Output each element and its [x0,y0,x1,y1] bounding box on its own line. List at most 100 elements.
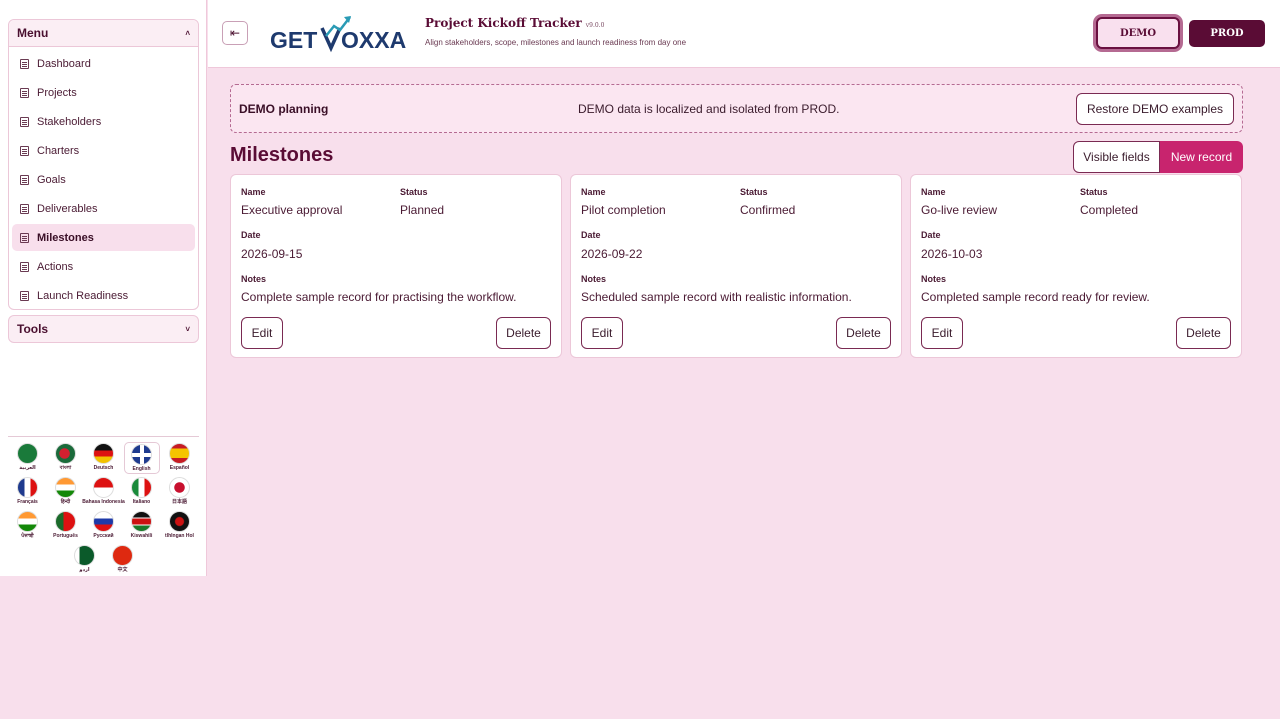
flag-in-icon [55,477,76,498]
banner-title: DEMO planning [239,102,329,116]
field-label-status: Status [740,187,768,197]
language-option[interactable]: Kiswahili [124,510,160,542]
field-label-notes: Notes [921,274,947,284]
language-option[interactable]: Deutsch [86,442,122,474]
top-header: ⇤ GET OXXA Project Kickoff Tracker v9.0.0… [208,0,1280,68]
collapse-sidebar-button[interactable]: ⇤ [222,21,248,45]
sidebar: Menu ˄ Dashboard Projects Stakeholders Char… [0,0,207,576]
language-option[interactable]: 日本語 [162,476,198,508]
sidebar-item-label: Stakeholders [37,115,102,128]
milestone-card: Name Status Executive approval Planned Date 2… [230,174,562,358]
language-option[interactable]: Español [162,442,198,474]
field-label-status: Status [400,187,428,197]
language-option[interactable]: ਪੰਜਾਬੀ [10,510,46,542]
language-option[interactable]: Français [10,476,46,508]
document-icon [20,58,29,69]
sidebar-item-deliverables[interactable]: Deliverables [12,195,195,222]
sidebar-item-dashboard[interactable]: Dashboard [12,50,195,77]
language-label: tlhIngan Hol [165,533,194,539]
milestone-card: Name Status Go-live review Completed Date 202… [910,174,1242,358]
flag-pt-icon [55,511,76,532]
language-option[interactable]: 中文 [105,544,141,576]
flag-id-icon [93,477,114,498]
logo-text-right: OXXA [341,27,406,53]
edit-button[interactable]: Edit [921,317,963,349]
language-label: Kiswahili [130,533,153,539]
delete-button[interactable]: Delete [1176,317,1231,349]
sidebar-item-charters[interactable]: Charters [12,137,195,164]
language-option[interactable]: हिन्दी [48,476,84,508]
language-label: Português [53,533,78,539]
language-option[interactable]: Bahasa Indonesia [82,476,125,508]
sidebar-item-milestones[interactable]: Milestones [12,224,195,251]
menu-title: Menu [17,26,49,40]
app-title-text: Project Kickoff Tracker [425,16,582,30]
flag-de-icon [93,443,114,464]
sidebar-item-label: Dashboard [37,57,91,70]
restore-demo-button[interactable]: Restore DEMO examples [1075,93,1234,125]
document-icon [20,116,29,127]
milestone-status: Confirmed [740,203,796,217]
field-label-status: Status [1080,187,1108,197]
delete-button[interactable]: Delete [496,317,551,349]
flag-jp-icon [169,477,190,498]
flag-pk-icon [74,545,95,566]
app-subtitle: Align stakeholders, scope, milestones an… [425,38,687,47]
banner-message: DEMO data is localized and isolated from… [578,102,840,116]
flag-ru-icon [93,511,114,532]
edit-button[interactable]: Edit [241,317,283,349]
app-version: v9.0.0 [585,22,605,29]
language-label: ਪੰਜਾਬੀ [21,533,34,539]
menu-header[interactable]: Menu ˄ [9,20,198,47]
language-option[interactable]: Русский [86,510,122,542]
document-icon [20,174,29,185]
sidebar-item-launch-readiness[interactable]: Launch Readiness [12,282,195,309]
language-option[interactable]: Português [48,510,84,542]
language-option[interactable]: اردو [67,544,103,576]
demo-banner: DEMO planning DEMO data is localized and… [230,84,1243,133]
logo-text-left: GET [270,27,317,53]
flag-gb-icon [131,444,152,465]
language-label: Español [169,465,190,471]
language-label: العربية [19,465,36,471]
field-label-name: Name [241,187,266,197]
delete-button[interactable]: Delete [836,317,891,349]
sidebar-item-stakeholders[interactable]: Stakeholders [12,108,195,135]
document-icon [20,261,29,272]
milestone-status: Completed [1080,203,1139,217]
flag-cn-icon [112,545,133,566]
language-row: ਪੰਜਾਬੀ Português Русский Kiswahili tlhIngan … [8,510,199,542]
visible-fields-button[interactable]: Visible fields [1073,141,1160,173]
document-icon [20,290,29,301]
language-option[interactable]: Italiano [124,476,160,508]
edit-button[interactable]: Edit [581,317,623,349]
milestone-status: Planned [400,203,445,217]
getvoxxa-logo: GET OXXA [270,16,406,53]
field-label-date: Date [581,230,601,240]
flag-kl-icon [169,511,190,532]
env-prod-button[interactable]: PROD [1189,20,1265,47]
field-label-notes: Notes [581,274,607,284]
language-option[interactable]: tlhIngan Hol [162,510,198,542]
env-demo-button[interactable]: DEMO [1096,17,1180,49]
language-label: اردو [79,567,90,573]
chevron-down-icon: ˅ [185,324,190,334]
milestone-date: 2026-09-22 [581,247,643,261]
menu-list: Dashboard Projects Stakeholders Charters Goa… [9,47,198,309]
sidebar-item-goals[interactable]: Goals [12,166,195,193]
document-icon [20,145,29,156]
language-row: Français हिन्दी Bahasa Indonesia Italiano 日本… [8,476,199,508]
sidebar-item-projects[interactable]: Projects [12,79,195,106]
document-icon [20,87,29,98]
new-record-button[interactable]: New record [1160,141,1243,173]
sidebar-item-actions[interactable]: Actions [12,253,195,280]
language-option[interactable]: العربية [10,442,46,474]
language-option[interactable]: বাংলা [48,442,84,474]
flag-fr-icon [17,477,38,498]
tools-header[interactable]: Tools ˅ [8,315,199,343]
sidebar-item-label: Goals [37,173,66,186]
sidebar-item-label: Charters [37,144,80,157]
language-option[interactable]: English [123,442,160,474]
milestone-date: 2026-09-15 [241,247,303,261]
language-label: Русский [93,533,114,539]
